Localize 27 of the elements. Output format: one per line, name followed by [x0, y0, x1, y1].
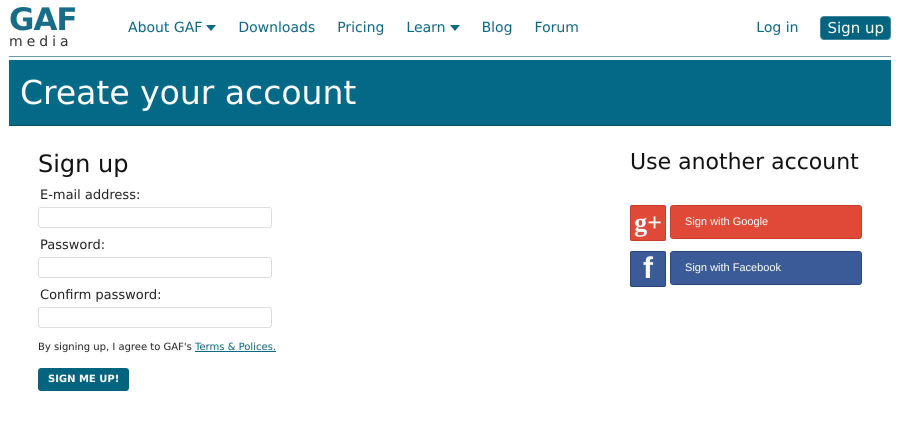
section-heading: Use another account	[630, 150, 860, 175]
agreement-text: By signing up, I agree to GAF's Terms & Polices.	[38, 342, 277, 353]
page-title: Create your account	[20, 73, 356, 112]
input-field[interactable]	[38, 207, 272, 228]
nav-link[interactable]: Blog	[482, 20, 513, 36]
nav-link[interactable]: About GAF	[128, 20, 216, 36]
field-label: Confirm password:	[40, 288, 162, 303]
caret-icon	[206, 25, 216, 31]
field-label: E-mail address:	[40, 188, 142, 203]
field-label: Password:	[40, 238, 106, 253]
social-icon[interactable]: f	[630, 251, 666, 287]
nav-link[interactable]: Pricing	[337, 20, 384, 36]
nav-link[interactable]: Downloads	[238, 20, 316, 36]
input-field[interactable]	[38, 307, 272, 328]
nav-link[interactable]: Forum	[534, 20, 579, 36]
input-field[interactable]	[38, 257, 272, 278]
submit-button[interactable]: SIGN ME UP!	[38, 368, 130, 391]
section-heading: Sign up	[38, 150, 130, 178]
logo[interactable]: GAF media	[9, 6, 99, 50]
signup-button[interactable]: Sign up	[820, 16, 891, 40]
nav-link[interactable]: Learn	[406, 20, 460, 36]
social-signin-button[interactable]: Sign with Google	[670, 205, 862, 239]
social-signin-button[interactable]: Sign with Facebook	[670, 251, 862, 285]
terms-link[interactable]: Terms & Polices.	[195, 342, 276, 353]
login-link[interactable]: Log in	[756, 20, 798, 36]
social-icon[interactable]: g+	[630, 205, 666, 241]
caret-icon	[450, 25, 460, 31]
